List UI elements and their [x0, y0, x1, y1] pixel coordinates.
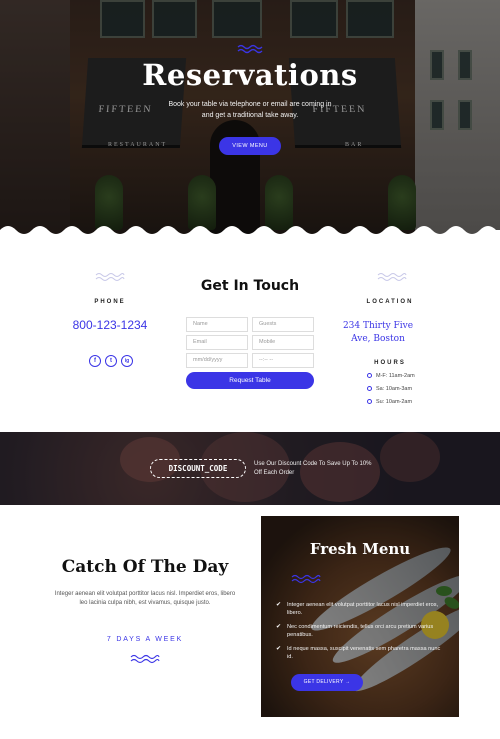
menu-squiggle-icon — [291, 574, 321, 584]
check-icon: ✔ — [276, 602, 282, 608]
hours-text: M-F: 11am-2am — [376, 373, 415, 379]
catch-days: 7 DAYS A WEEK — [106, 636, 184, 643]
location-squiggle-icon — [377, 273, 407, 281]
hours-row: Sa: 10am-3am — [367, 386, 412, 392]
menu-item: ✔ Nec condimentum reiciendis, tellus orci… — [276, 623, 447, 639]
name-field[interactable]: Name — [186, 317, 248, 332]
discount-band: DISCOUNT_CODE Use Our Discount Code To S… — [0, 432, 500, 505]
mobile-field[interactable]: Mobile — [252, 335, 314, 350]
check-icon: ✔ — [276, 624, 282, 630]
hours-row: Su: 10am-2am — [367, 399, 412, 405]
clock-icon — [367, 386, 372, 391]
hero-section: FIFTEEN FIFTEEN RESTAURANT BAR Reservati… — [0, 0, 500, 240]
twitter-icon[interactable]: t — [105, 355, 117, 367]
band-overlay — [0, 432, 500, 505]
contact-section: PHONE 800-123-1234 f t ig Get In Touch N… — [0, 240, 500, 432]
hours-label: HOURS — [374, 360, 406, 366]
phone-number[interactable]: 800-123-1234 — [60, 318, 160, 332]
check-icon: ✔ — [276, 646, 282, 652]
hero-title: Reservations — [142, 58, 358, 92]
facebook-icon[interactable]: f — [89, 355, 101, 367]
catch-squiggle-icon — [130, 654, 160, 664]
get-in-touch-title: Get In Touch — [200, 278, 300, 294]
location-label: LOCATION — [366, 299, 414, 305]
view-menu-button[interactable]: VIEW MENU — [219, 137, 281, 155]
menu-item-text: Id neque massa, suscipit venenatis sem p… — [287, 646, 441, 660]
phone-squiggle-icon — [95, 273, 125, 281]
request-table-button[interactable]: Request Table — [186, 372, 314, 389]
time-field[interactable]: --:-- -- — [252, 353, 314, 368]
catch-text: Integer aenean elit volutpat porttitor l… — [54, 591, 236, 606]
clock-icon — [367, 399, 372, 404]
fresh-menu-title: Fresh Menu — [309, 540, 411, 558]
date-field[interactable]: mm/dd/yyyy — [186, 353, 248, 368]
hero-squiggle-icon — [237, 44, 263, 54]
get-delivery-button[interactable]: GET DELIVERY → — [291, 674, 363, 691]
menu-item: ✔ Id neque massa, suscipit venenatis sem … — [276, 645, 447, 661]
email-field[interactable]: Email — [186, 335, 248, 350]
discount-code-badge[interactable]: DISCOUNT_CODE — [150, 459, 246, 478]
hero-subtitle: Book your table via telephone or email a… — [168, 101, 332, 119]
menu-item: ✔ Integer aenean elit volutpat porttitor … — [276, 601, 447, 617]
fresh-menu-card: Fresh Menu ✔ Integer aenean elit volutpat… — [261, 516, 459, 717]
guests-field[interactable]: Guests — [252, 317, 314, 332]
catch-title: Catch Of The Day — [61, 557, 229, 577]
phone-label: PHONE — [94, 299, 126, 305]
hours-text: Sa: 10am-3am — [376, 386, 413, 392]
hours-text: Su: 10am-2am — [376, 399, 413, 405]
menu-item-text: Integer aenean elit volutpat porttitor l… — [287, 602, 439, 616]
menu-item-text: Nec condimentum reiciendis, tellus orci … — [287, 624, 434, 638]
instagram-icon[interactable]: ig — [121, 355, 133, 367]
hours-row: M-F: 11am-2am — [367, 373, 415, 379]
discount-description: Use Our Discount Code To Save Up To 10% … — [254, 461, 372, 476]
clock-icon — [367, 373, 372, 378]
address: 234 Thirty Five Ave, Boston — [342, 321, 414, 344]
